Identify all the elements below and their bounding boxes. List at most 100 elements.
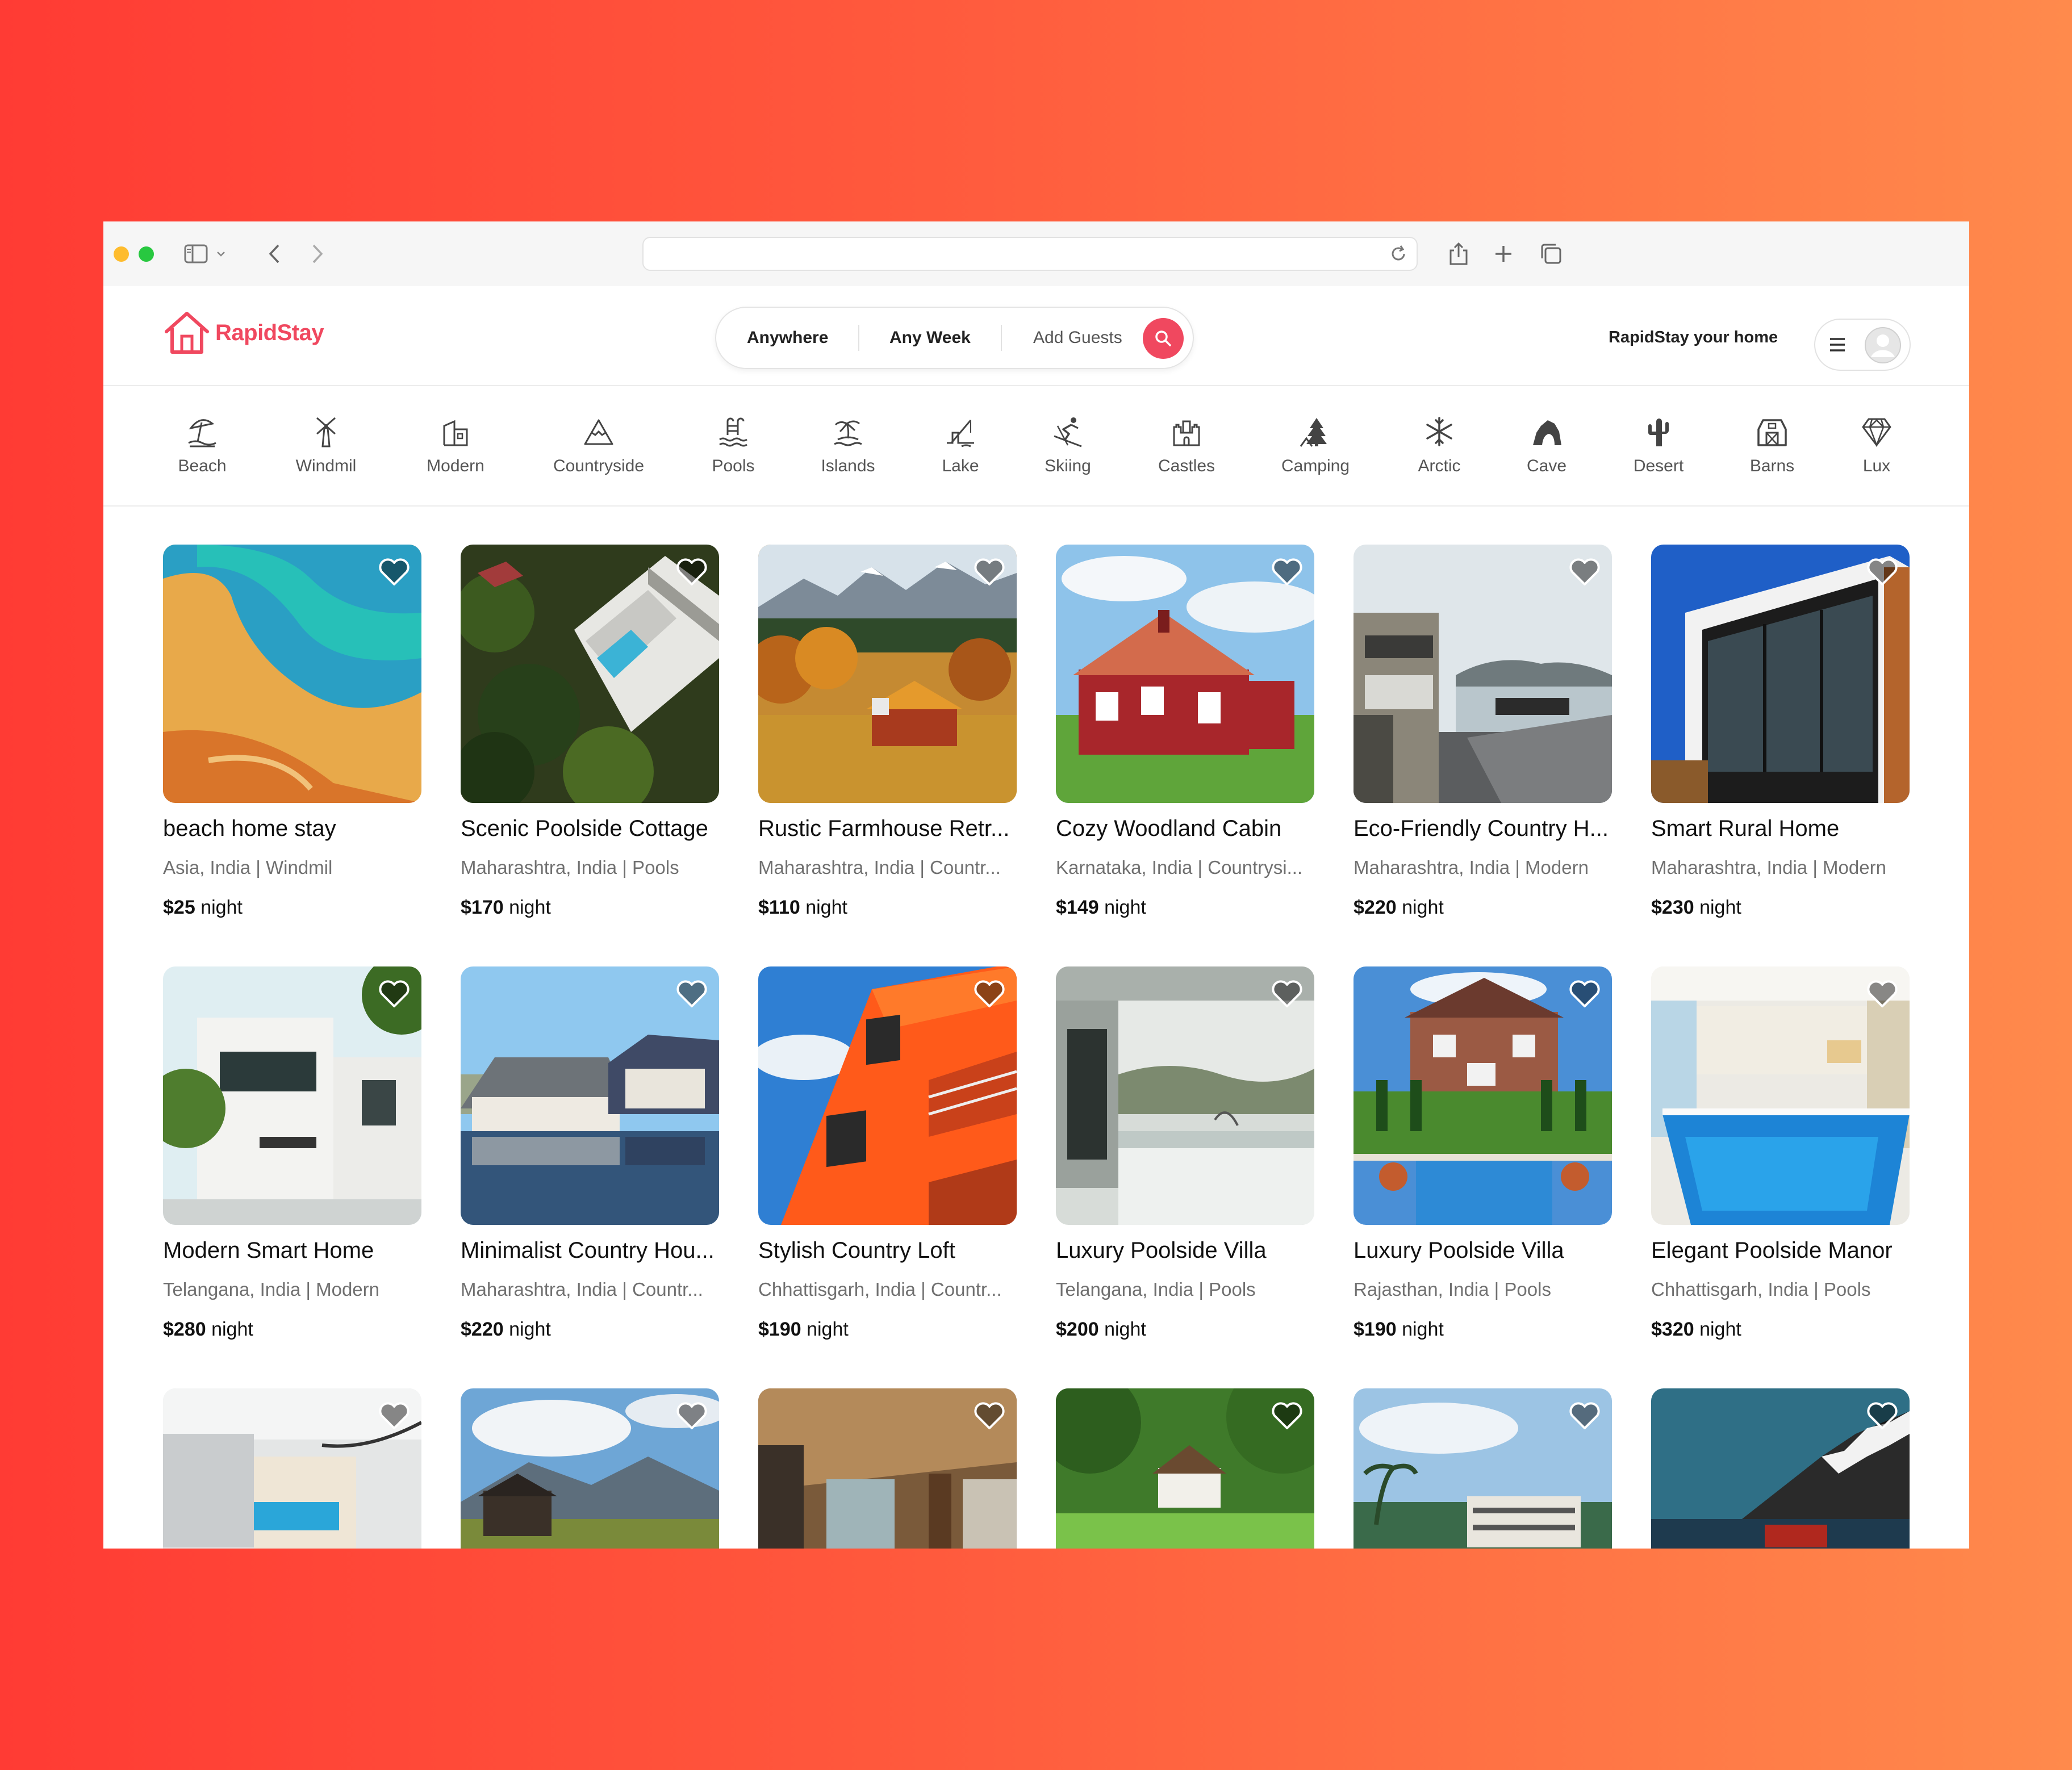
listing-card[interactable]: Smart Rural Home Maharashtra, India | Mo… bbox=[1651, 545, 1910, 918]
listing-title[interactable]: Cozy Woodland Cabin bbox=[1056, 816, 1314, 842]
heart-icon[interactable] bbox=[1866, 1402, 1898, 1433]
zoom-button[interactable] bbox=[139, 246, 154, 262]
search-any-week[interactable]: Any Week bbox=[889, 308, 971, 368]
listing-title[interactable]: Luxury Poolside Villa bbox=[1056, 1238, 1314, 1263]
category-camping[interactable]: Camping bbox=[1259, 415, 1372, 476]
reload-icon[interactable] bbox=[1388, 244, 1409, 267]
category-barns[interactable]: Barns bbox=[1715, 415, 1829, 476]
heart-icon[interactable] bbox=[1569, 558, 1601, 589]
listing-title[interactable]: beach home stay bbox=[163, 816, 421, 842]
listing-photo[interactable] bbox=[1651, 966, 1910, 1225]
listing-title[interactable]: Modern Smart Home bbox=[163, 1238, 421, 1263]
listing-card[interactable] bbox=[461, 1388, 719, 1549]
heart-icon[interactable] bbox=[1866, 558, 1898, 589]
listing-photo[interactable] bbox=[163, 545, 421, 803]
listing-title[interactable]: Rustic Farmhouse Retr... bbox=[758, 816, 1017, 842]
listing-card[interactable] bbox=[1651, 1388, 1910, 1549]
tabs-icon[interactable] bbox=[1538, 241, 1564, 267]
back-icon[interactable] bbox=[261, 241, 287, 267]
listing-title[interactable]: Stylish Country Loft bbox=[758, 1238, 1017, 1263]
heart-icon[interactable] bbox=[1866, 980, 1898, 1011]
heart-icon[interactable] bbox=[378, 980, 410, 1011]
search-anywhere[interactable]: Anywhere bbox=[747, 308, 828, 368]
listing-photo[interactable] bbox=[1056, 966, 1314, 1225]
heart-icon[interactable] bbox=[974, 1402, 1005, 1433]
listing-card[interactable]: Minimalist Country Hou... Maharashtra, I… bbox=[461, 966, 719, 1340]
listing-photo[interactable] bbox=[461, 1388, 719, 1549]
listing-title[interactable]: Smart Rural Home bbox=[1651, 816, 1910, 842]
category-skiing[interactable]: Skiing bbox=[1011, 415, 1125, 476]
category-arctic[interactable]: Arctic bbox=[1382, 415, 1496, 476]
listing-photo[interactable] bbox=[1354, 966, 1612, 1225]
listing-photo[interactable] bbox=[1651, 1388, 1910, 1549]
category-countryside[interactable]: Countryside bbox=[542, 415, 655, 476]
heart-icon[interactable] bbox=[378, 1402, 410, 1433]
listing-card[interactable]: Luxury Poolside Villa Rajasthan, India |… bbox=[1354, 966, 1612, 1340]
listing-card[interactable]: beach home stay Asia, India | Windmil $2… bbox=[163, 545, 421, 918]
category-desert[interactable]: Desert bbox=[1602, 415, 1715, 476]
listing-card[interactable]: Cozy Woodland Cabin Karnataka, India | C… bbox=[1056, 545, 1314, 918]
minimize-button[interactable] bbox=[114, 246, 129, 262]
listing-photo[interactable] bbox=[461, 966, 719, 1225]
listing-card[interactable] bbox=[1354, 1388, 1612, 1549]
host-link[interactable]: RapidStay your home bbox=[1609, 328, 1778, 347]
sidebar-icon[interactable] bbox=[183, 241, 209, 267]
listing-photo[interactable] bbox=[1056, 545, 1314, 803]
listing-card[interactable]: Luxury Poolside Villa Telangana, India |… bbox=[1056, 966, 1314, 1340]
listing-title[interactable]: Elegant Poolside Manor bbox=[1651, 1238, 1910, 1263]
listing-photo[interactable] bbox=[758, 1388, 1017, 1549]
heart-icon[interactable] bbox=[378, 558, 410, 589]
search-bar[interactable]: Anywhere Any Week Add Guests bbox=[715, 307, 1194, 369]
listing-card[interactable]: Eco-Friendly Country H... Maharashtra, I… bbox=[1354, 545, 1612, 918]
category-lux[interactable]: Lux bbox=[1820, 415, 1933, 476]
listing-card[interactable]: Stylish Country Loft Chhattisgarh, India… bbox=[758, 966, 1017, 1340]
listing-photo[interactable] bbox=[163, 966, 421, 1225]
listing-photo[interactable] bbox=[1354, 1388, 1612, 1549]
search-button[interactable] bbox=[1143, 318, 1184, 359]
listing-title[interactable]: Minimalist Country Hou... bbox=[461, 1238, 719, 1263]
user-menu-button[interactable] bbox=[1814, 319, 1911, 371]
logo[interactable]: RapidStay bbox=[163, 309, 324, 357]
listing-photo[interactable] bbox=[758, 545, 1017, 803]
category-pools[interactable]: Pools bbox=[676, 415, 790, 476]
search-add-guests[interactable]: Add Guests bbox=[1033, 308, 1122, 368]
listing-card[interactable]: Scenic Poolside Cottage Maharashtra, Ind… bbox=[461, 545, 719, 918]
listing-card[interactable]: Elegant Poolside Manor Chhattisgarh, Ind… bbox=[1651, 966, 1910, 1340]
share-icon[interactable] bbox=[1446, 241, 1472, 267]
chevron-down-icon[interactable] bbox=[212, 241, 229, 267]
category-beach[interactable]: Beach bbox=[145, 415, 259, 476]
heart-icon[interactable] bbox=[676, 558, 708, 589]
listing-card[interactable] bbox=[163, 1388, 421, 1549]
listing-photo[interactable] bbox=[461, 545, 719, 803]
category-windmill[interactable]: Windmil bbox=[269, 415, 383, 476]
listing-card[interactable]: Rustic Farmhouse Retr... Maharashtra, In… bbox=[758, 545, 1017, 918]
category-cave[interactable]: Cave bbox=[1490, 415, 1603, 476]
forward-icon[interactable] bbox=[304, 241, 331, 267]
listing-title[interactable]: Scenic Poolside Cottage bbox=[461, 816, 719, 842]
heart-icon[interactable] bbox=[974, 980, 1005, 1011]
heart-icon[interactable] bbox=[1569, 980, 1601, 1011]
listing-photo[interactable] bbox=[1056, 1388, 1314, 1549]
category-castles[interactable]: Castles bbox=[1130, 415, 1243, 476]
listing-title[interactable]: Luxury Poolside Villa bbox=[1354, 1238, 1612, 1263]
plus-icon[interactable] bbox=[1490, 241, 1517, 267]
listing-card[interactable] bbox=[1056, 1388, 1314, 1549]
heart-icon[interactable] bbox=[974, 558, 1005, 589]
listing-photo[interactable] bbox=[758, 966, 1017, 1225]
listing-photo[interactable] bbox=[1354, 545, 1612, 803]
category-lake[interactable]: Lake bbox=[904, 415, 1017, 476]
heart-icon[interactable] bbox=[676, 980, 708, 1011]
heart-icon[interactable] bbox=[1271, 558, 1303, 589]
listing-title[interactable]: Eco-Friendly Country H... bbox=[1354, 816, 1612, 842]
heart-icon[interactable] bbox=[676, 1402, 708, 1433]
listing-card[interactable]: Modern Smart Home Telangana, India | Mod… bbox=[163, 966, 421, 1340]
heart-icon[interactable] bbox=[1271, 1402, 1303, 1433]
heart-icon[interactable] bbox=[1271, 980, 1303, 1011]
category-modern[interactable]: Modern bbox=[399, 415, 512, 476]
heart-icon[interactable] bbox=[1569, 1402, 1601, 1433]
listing-photo[interactable] bbox=[163, 1388, 421, 1549]
listing-photo[interactable] bbox=[1651, 545, 1910, 803]
address-bar[interactable] bbox=[642, 237, 1418, 271]
listing-card[interactable] bbox=[758, 1388, 1017, 1549]
category-islands[interactable]: Islands bbox=[791, 415, 905, 476]
